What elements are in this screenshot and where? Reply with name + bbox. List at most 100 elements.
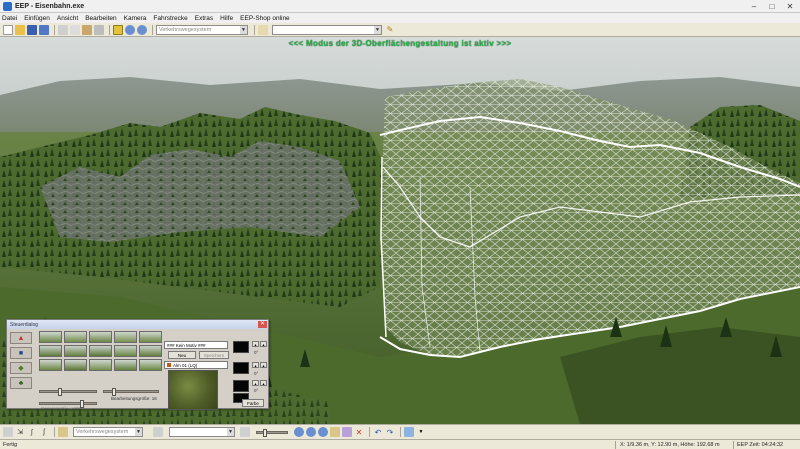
dialog-close-button[interactable]: ✕ — [258, 321, 267, 328]
terrain-brush-12[interactable] — [64, 359, 87, 371]
spin-up-2[interactable]: ▴ — [252, 362, 259, 368]
motif-field[interactable]: ### Kein Motiv ### — [164, 341, 228, 349]
texture-field[interactable]: Alm 01 (LQ) — [164, 361, 228, 369]
total-size-slider[interactable] — [39, 400, 97, 408]
track-system-value: Verkehrswegesystem — [159, 26, 212, 33]
sign-icon[interactable] — [58, 427, 68, 437]
texture-preview — [168, 370, 218, 410]
spin-down-1[interactable]: ▴ — [260, 341, 267, 347]
close-button[interactable]: ✕ — [784, 2, 796, 11]
terrain-brush-2[interactable] — [64, 331, 87, 343]
menu-kamera[interactable]: Kamera — [124, 15, 147, 22]
delete-icon[interactable]: ✕ — [354, 427, 364, 437]
camera-icon[interactable] — [3, 427, 13, 437]
landscape-mode-icon[interactable] — [113, 24, 123, 35]
chevron-down-icon[interactable]: ▼ — [374, 25, 381, 34]
bottom-lock-icon[interactable] — [240, 427, 250, 437]
spin-down-3[interactable]: ▴ — [260, 380, 267, 386]
pointer-icon[interactable]: ⇲ — [15, 427, 25, 437]
spin-up-3[interactable]: ▴ — [252, 380, 259, 386]
zoom-out-icon[interactable] — [318, 427, 328, 437]
tool-texture-icon[interactable]: ◆ — [10, 362, 32, 374]
bottom-slider-thumb[interactable] — [263, 428, 267, 437]
edit-icon[interactable] — [330, 427, 340, 437]
terrain-brush-10[interactable] — [139, 345, 162, 357]
color-swatch-1[interactable] — [233, 341, 249, 353]
color-swatch-3[interactable] — [233, 380, 249, 392]
terrain-brush-13[interactable] — [89, 359, 112, 371]
bottom-slider[interactable] — [256, 428, 288, 437]
open-folder-icon[interactable] — [15, 24, 25, 35]
zoom-fit-icon[interactable] — [294, 427, 304, 437]
tool-raise-icon[interactable]: ▲ — [10, 332, 32, 344]
print-icon[interactable] — [94, 24, 104, 35]
lock-icon[interactable] — [153, 427, 163, 437]
zoom-in-icon[interactable] — [306, 427, 316, 437]
tool-tree-icon[interactable]: ♣ — [10, 377, 32, 389]
terrain-tool-grid — [39, 331, 162, 371]
dialog-body: ▲ ■ ◆ ♣ Bearbeitungsgröße: 16 Gesamtgröß… — [7, 329, 268, 411]
copy-icon[interactable] — [70, 24, 80, 35]
terrain-brush-14[interactable] — [114, 359, 137, 371]
spin-up-1[interactable]: ▴ — [252, 341, 259, 347]
menu-hilfe[interactable]: Hilfe — [220, 15, 233, 22]
menu-fahrstrecke[interactable]: Fahrstrecke — [153, 15, 187, 22]
minimize-button[interactable]: – — [748, 2, 760, 11]
menu-einfuegen[interactable]: Einfügen — [24, 15, 50, 22]
terrain-brush-7[interactable] — [64, 345, 87, 357]
chevron-down-icon[interactable]: ▼ — [135, 428, 142, 436]
new-button[interactable]: Neu — [168, 351, 196, 359]
terrain-brush-6[interactable] — [39, 345, 62, 357]
save-icon[interactable] — [27, 24, 37, 35]
terrain-brush-11[interactable] — [39, 359, 62, 371]
menu-datei[interactable]: Datei — [2, 15, 17, 22]
menu-eep-shop[interactable]: EEP-Shop online — [240, 15, 290, 22]
maximize-button[interactable]: □ — [766, 2, 778, 11]
view-dropdown-icon[interactable]: ▼ — [416, 427, 426, 437]
terrain-brush-15[interactable] — [139, 359, 162, 371]
save-as-icon[interactable] — [39, 24, 49, 35]
color-swatch-2[interactable] — [233, 362, 249, 374]
chevron-down-icon[interactable]: ▼ — [227, 428, 234, 436]
redo-icon[interactable]: ↷ — [385, 427, 395, 437]
paste-icon[interactable] — [82, 24, 92, 35]
edit-size-slider[interactable] — [103, 388, 159, 396]
dialog-title: Steuerdialog — [10, 321, 39, 328]
menu-bearbeiten[interactable]: Bearbeiten — [85, 15, 116, 22]
control-dialog: Steuerdialog ✕ ▲ ■ ◆ ♣ Bearbeitungsgröße… — [6, 319, 269, 411]
size-slider[interactable] — [39, 388, 97, 396]
object-select[interactable]: ▼ — [272, 24, 382, 35]
terrain-brush-5[interactable] — [139, 331, 162, 343]
new-file-icon[interactable] — [3, 24, 13, 35]
properties-icon[interactable] — [342, 427, 352, 437]
bottom-object-select[interactable]: ▼ — [169, 427, 235, 437]
tool-paint-icon[interactable]: ■ — [10, 347, 32, 359]
spin-down-2[interactable]: ▴ — [260, 362, 267, 368]
cut-icon[interactable] — [58, 24, 68, 35]
undo-icon[interactable]: ↶ — [373, 427, 383, 437]
save-button[interactable]: Speichern — [199, 351, 229, 359]
edit-size-slider-thumb[interactable] — [112, 388, 116, 396]
size-slider-thumb[interactable] — [58, 388, 62, 396]
title-bar: EEP - Eisenbahn.exe – □ ✕ — [0, 0, 800, 13]
track-icon[interactable]: ∫ — [27, 427, 37, 437]
bottom-track-select[interactable]: Verkehrswegesystem ▼ — [73, 427, 143, 437]
track-system-select[interactable]: Verkehrswegesystem ▼ — [156, 24, 248, 35]
menu-ansicht[interactable]: Ansicht — [57, 15, 78, 22]
zoom-out-icon[interactable] — [137, 24, 147, 35]
zoom-in-icon[interactable] — [125, 24, 135, 35]
tool-icon[interactable] — [258, 24, 268, 35]
menu-extras[interactable]: Extras — [195, 15, 213, 22]
chevron-down-icon[interactable]: ▼ — [240, 25, 247, 34]
curve-icon[interactable]: ʃ — [39, 427, 49, 437]
terrain-brush-9[interactable] — [114, 345, 137, 357]
terrain-brush-1[interactable] — [39, 331, 62, 343]
terrain-brush-3[interactable] — [89, 331, 112, 343]
terrain-brush-4[interactable] — [114, 331, 137, 343]
total-size-label: Gesamtgröße: 100% — [41, 406, 83, 411]
brush-icon[interactable]: ✎ — [385, 25, 395, 35]
terrain-brush-8[interactable] — [89, 345, 112, 357]
color-button[interactable]: Farbe — [242, 399, 264, 407]
view-icon[interactable] — [404, 427, 414, 437]
dialog-titlebar[interactable]: Steuerdialog — [7, 320, 268, 329]
